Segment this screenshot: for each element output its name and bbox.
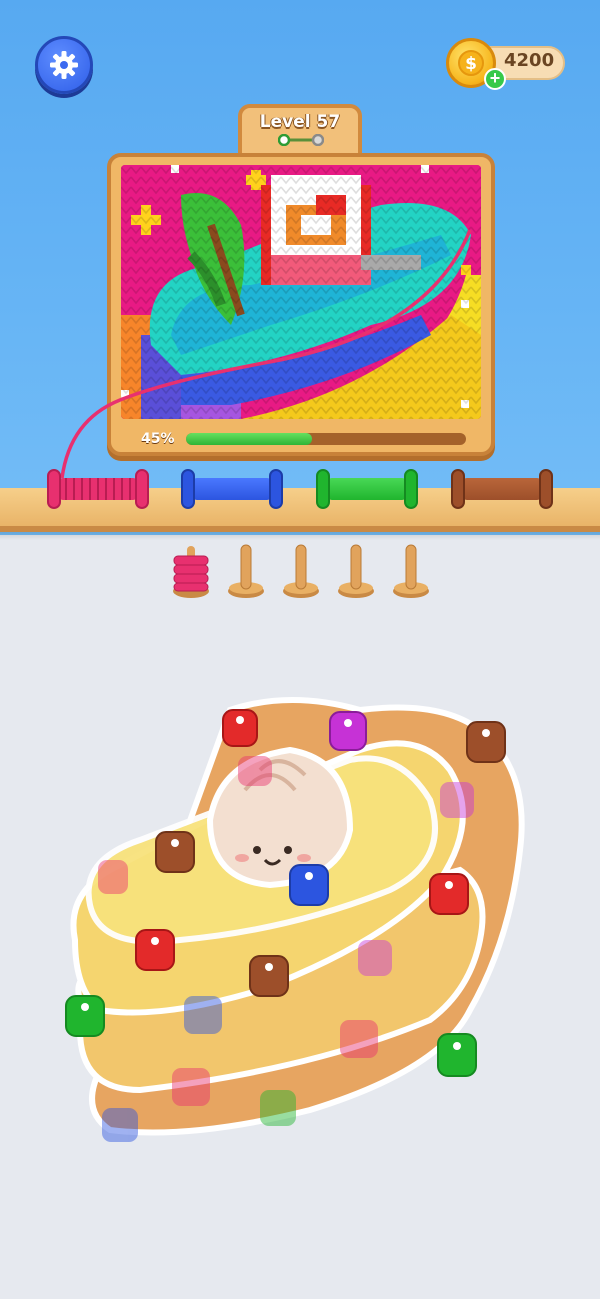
holding-peg-5[interactable] [391,541,431,599]
progress-fill [186,433,312,445]
progress-bar [186,433,466,445]
board-spool-green-2[interactable] [437,1033,477,1077]
board-spool-red-1[interactable] [222,709,258,747]
board-spool-red-3[interactable] [135,929,175,971]
board-spool-purple-1[interactable] [329,711,367,751]
holding-peg-1[interactable] [171,541,211,599]
holding-peg-3[interactable] [281,541,321,599]
spool-brown[interactable] [451,469,553,509]
board-spool-red-2[interactable] [429,873,469,915]
board-spool-green-1[interactable] [65,995,105,1037]
progress-percent: 45% [141,431,175,447]
holding-peg-4[interactable] [336,541,376,599]
board-spool-blue-1[interactable] [289,864,329,906]
holding-peg-2[interactable] [226,541,266,599]
board-spool-brown-2[interactable] [155,831,195,873]
cake-puzzle-board[interactable] [60,690,540,1160]
board-spool-brown-1[interactable] [466,721,506,763]
spool-pink[interactable] [47,469,149,509]
spool-blue[interactable] [181,469,283,509]
spool-green[interactable] [316,469,418,509]
board-spool-brown-3[interactable] [249,955,289,997]
shelf-shadow [0,532,600,540]
